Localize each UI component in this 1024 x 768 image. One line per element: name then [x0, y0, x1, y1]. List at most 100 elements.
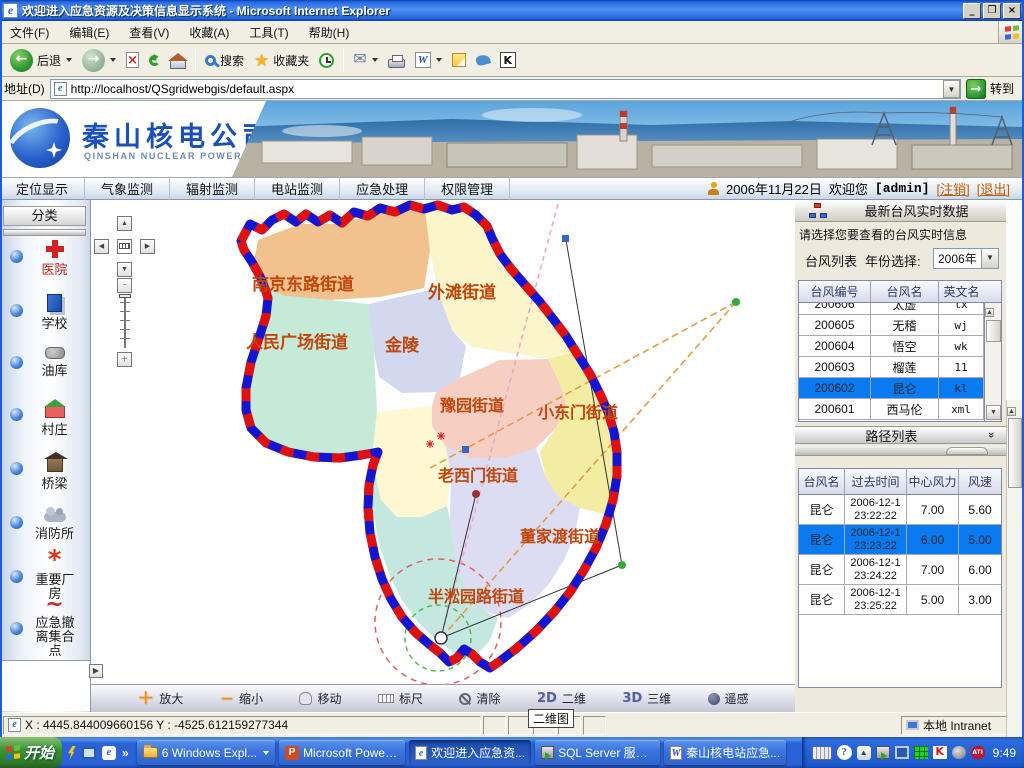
messenger-button[interactable]	[471, 53, 495, 67]
clear-tool[interactable]: 清除	[459, 690, 500, 707]
tab-station-monitor[interactable]: 电站监测	[255, 177, 340, 200]
k-tool-button[interactable]: K	[495, 50, 521, 70]
taskbar-button-sql-server[interactable]: SQL Server 服务...	[535, 740, 660, 765]
tab-weather-monitor[interactable]: 气象监测	[85, 177, 170, 200]
go-button[interactable]: → 转到	[966, 79, 1020, 99]
start-button[interactable]: 开始	[0, 737, 62, 768]
quick-launch-ie-icon[interactable]: e	[102, 746, 116, 760]
address-input[interactable]: e http://localhost/QSgridwebgis/default.…	[50, 79, 961, 99]
zoom-slider-track[interactable]	[124, 296, 126, 348]
zoom-slider-handle[interactable]	[119, 294, 131, 298]
typhoon-panel-header[interactable]: 最新台风实时数据	[795, 200, 1006, 222]
year-select[interactable]: 2006年 ▼	[933, 248, 999, 269]
sidebar-item-village[interactable]: 村庄	[0, 398, 91, 437]
sidebar-item-fire-station[interactable]: 消防所	[0, 506, 91, 541]
view-3d-tool[interactable]: 3D 三维	[622, 690, 671, 707]
zoom-out-small-button[interactable]: −	[117, 278, 132, 293]
quick-launch-overflow-icon[interactable]: »	[122, 746, 129, 760]
menu-favorites[interactable]: 收藏(A)	[179, 21, 239, 44]
address-dropdown-button[interactable]: ▼	[943, 80, 960, 98]
menu-edit[interactable]: 编辑(E)	[59, 21, 119, 44]
tray-antivirus-icon[interactable]: K	[933, 746, 947, 759]
zoom-in-tool[interactable]: ＋ 放大	[137, 690, 183, 707]
tray-collapse-icon[interactable]: ▲	[857, 746, 871, 760]
forward-button[interactable]: →	[77, 47, 121, 74]
pan-right-button[interactable]: ▶	[140, 239, 155, 254]
close-button[interactable]: ×	[1003, 3, 1021, 19]
taskbar-button-powerpoint[interactable]: P Microsoft PowerP...	[279, 740, 405, 765]
edit-dropdown-icon[interactable]	[436, 58, 442, 62]
mail-dropdown-icon[interactable]	[372, 58, 378, 62]
year-select-dropdown-icon[interactable]: ▼	[981, 249, 998, 268]
browser-scrollbar[interactable]: ▲ ▼	[1006, 400, 1022, 768]
collapse-chevron-icon[interactable]: »	[985, 432, 997, 438]
tray-swirl-icon[interactable]	[952, 746, 966, 759]
typhoon-row-selected[interactable]: 200602 昆仑 kl	[799, 378, 984, 399]
pan-tool[interactable]: 移动	[299, 690, 341, 707]
category-collapse-strip[interactable]	[3, 229, 86, 236]
mail-button[interactable]: ✉	[348, 50, 382, 70]
quit-link[interactable]: [退出]	[977, 179, 1010, 198]
path-row-selected[interactable]: 昆仑 2006-12-123:23:22 6.00 5.00	[799, 525, 1001, 555]
keyboard-layout-icon[interactable]	[812, 746, 832, 760]
stop-button[interactable]: ×	[121, 50, 144, 70]
pan-down-button[interactable]: ▼	[117, 262, 132, 277]
sidebar-item-hospital[interactable]: 医院	[0, 240, 91, 277]
search-button[interactable]: 搜索	[200, 50, 249, 71]
taskbar-button-word[interactable]: W 秦山核电站应急...	[664, 740, 786, 765]
typhoon-table-scrollbar[interactable]: ▲ ▼	[984, 303, 1001, 421]
scroll-up-icon[interactable]: ▲	[1007, 407, 1016, 416]
path-list-header[interactable]: 路径列表 »	[795, 426, 1006, 444]
minimize-button[interactable]: _	[963, 3, 981, 19]
sidebar-item-assembly-point[interactable]: ~ 应急撤离集合点	[0, 598, 91, 658]
sidebar-item-oil-depot[interactable]: 油库	[0, 346, 91, 378]
zoom-out-tool[interactable]: − 缩小	[220, 690, 263, 707]
sidebar-item-school[interactable]: 学校	[0, 294, 91, 331]
path-row[interactable]: 昆仑 2006-12-123:25:22 5.00 3.00	[799, 585, 1001, 615]
home-button[interactable]	[165, 50, 191, 71]
category-header[interactable]: 分类	[3, 206, 86, 226]
forward-dropdown-icon[interactable]	[110, 58, 116, 62]
typhoon-row[interactable]: 200601 西马伦 xml	[799, 399, 984, 420]
favorites-button[interactable]: ★ 收藏夹	[249, 50, 314, 71]
sidebar-expand-button[interactable]: ▶	[89, 664, 103, 678]
print-button[interactable]	[383, 51, 410, 70]
path-row[interactable]: 昆仑 2006-12-123:24:22 7.00 6.00	[799, 555, 1001, 585]
tray-ati-icon[interactable]: ATI	[971, 746, 985, 759]
typhoon-row[interactable]: 200603 榴莲 11	[799, 357, 984, 378]
restore-button[interactable]: ❐	[983, 3, 1001, 19]
tab-emergency-handling[interactable]: 应急处理	[340, 177, 425, 200]
back-button[interactable]: ← 后退	[5, 47, 77, 74]
quick-launch-bolt-icon[interactable]	[68, 746, 76, 760]
menu-tools[interactable]: 工具(T)	[239, 21, 298, 44]
tab-location-display[interactable]: 定位显示	[0, 177, 85, 200]
history-button[interactable]	[314, 51, 339, 70]
scroll-up-icon[interactable]: ▲	[985, 308, 994, 317]
sidebar-item-bridge[interactable]: 桥梁	[0, 452, 91, 491]
tab-permission-mgmt[interactable]: 权限管理	[425, 177, 510, 200]
edit-word-button[interactable]: W	[410, 50, 447, 70]
view-2d-tool[interactable]: 2D 二维	[537, 690, 586, 707]
panel-splitter[interactable]	[795, 446, 1006, 456]
menu-view[interactable]: 查看(V)	[119, 21, 179, 44]
tray-sql-icon[interactable]	[876, 746, 890, 759]
tray-network-icon[interactable]	[895, 746, 909, 759]
tray-grid-icon[interactable]	[914, 746, 928, 759]
menu-help[interactable]: 帮助(H)	[299, 21, 360, 44]
tab-radiation-monitor[interactable]: 辐射监测	[170, 177, 255, 200]
scroll-thumb[interactable]	[986, 320, 1001, 342]
zoom-in-small-button[interactable]: ＋	[117, 352, 132, 367]
taskbar-button-explorer-group[interactable]: 6 Windows Expl...	[137, 740, 275, 765]
help-tray-icon[interactable]: ?	[837, 745, 852, 760]
splitter-grip[interactable]	[946, 447, 988, 455]
pad-ruler-button[interactable]	[117, 239, 132, 254]
logout-link[interactable]: [注销]	[937, 179, 970, 198]
scroll-down-icon[interactable]: ▼	[986, 405, 1001, 420]
show-desktop-icon[interactable]	[82, 747, 96, 759]
pan-up-button[interactable]: ▲	[117, 216, 132, 231]
menu-file[interactable]: 文件(F)	[0, 21, 59, 44]
typhoon-row[interactable]: 200606 太虚 tx	[799, 303, 984, 315]
taskbar-button-ie-active[interactable]: e 欢迎进入应急资...	[409, 740, 531, 765]
scroll-thumb[interactable]	[1008, 418, 1022, 488]
typhoon-row[interactable]: 200605 无稽 wj	[799, 315, 984, 336]
